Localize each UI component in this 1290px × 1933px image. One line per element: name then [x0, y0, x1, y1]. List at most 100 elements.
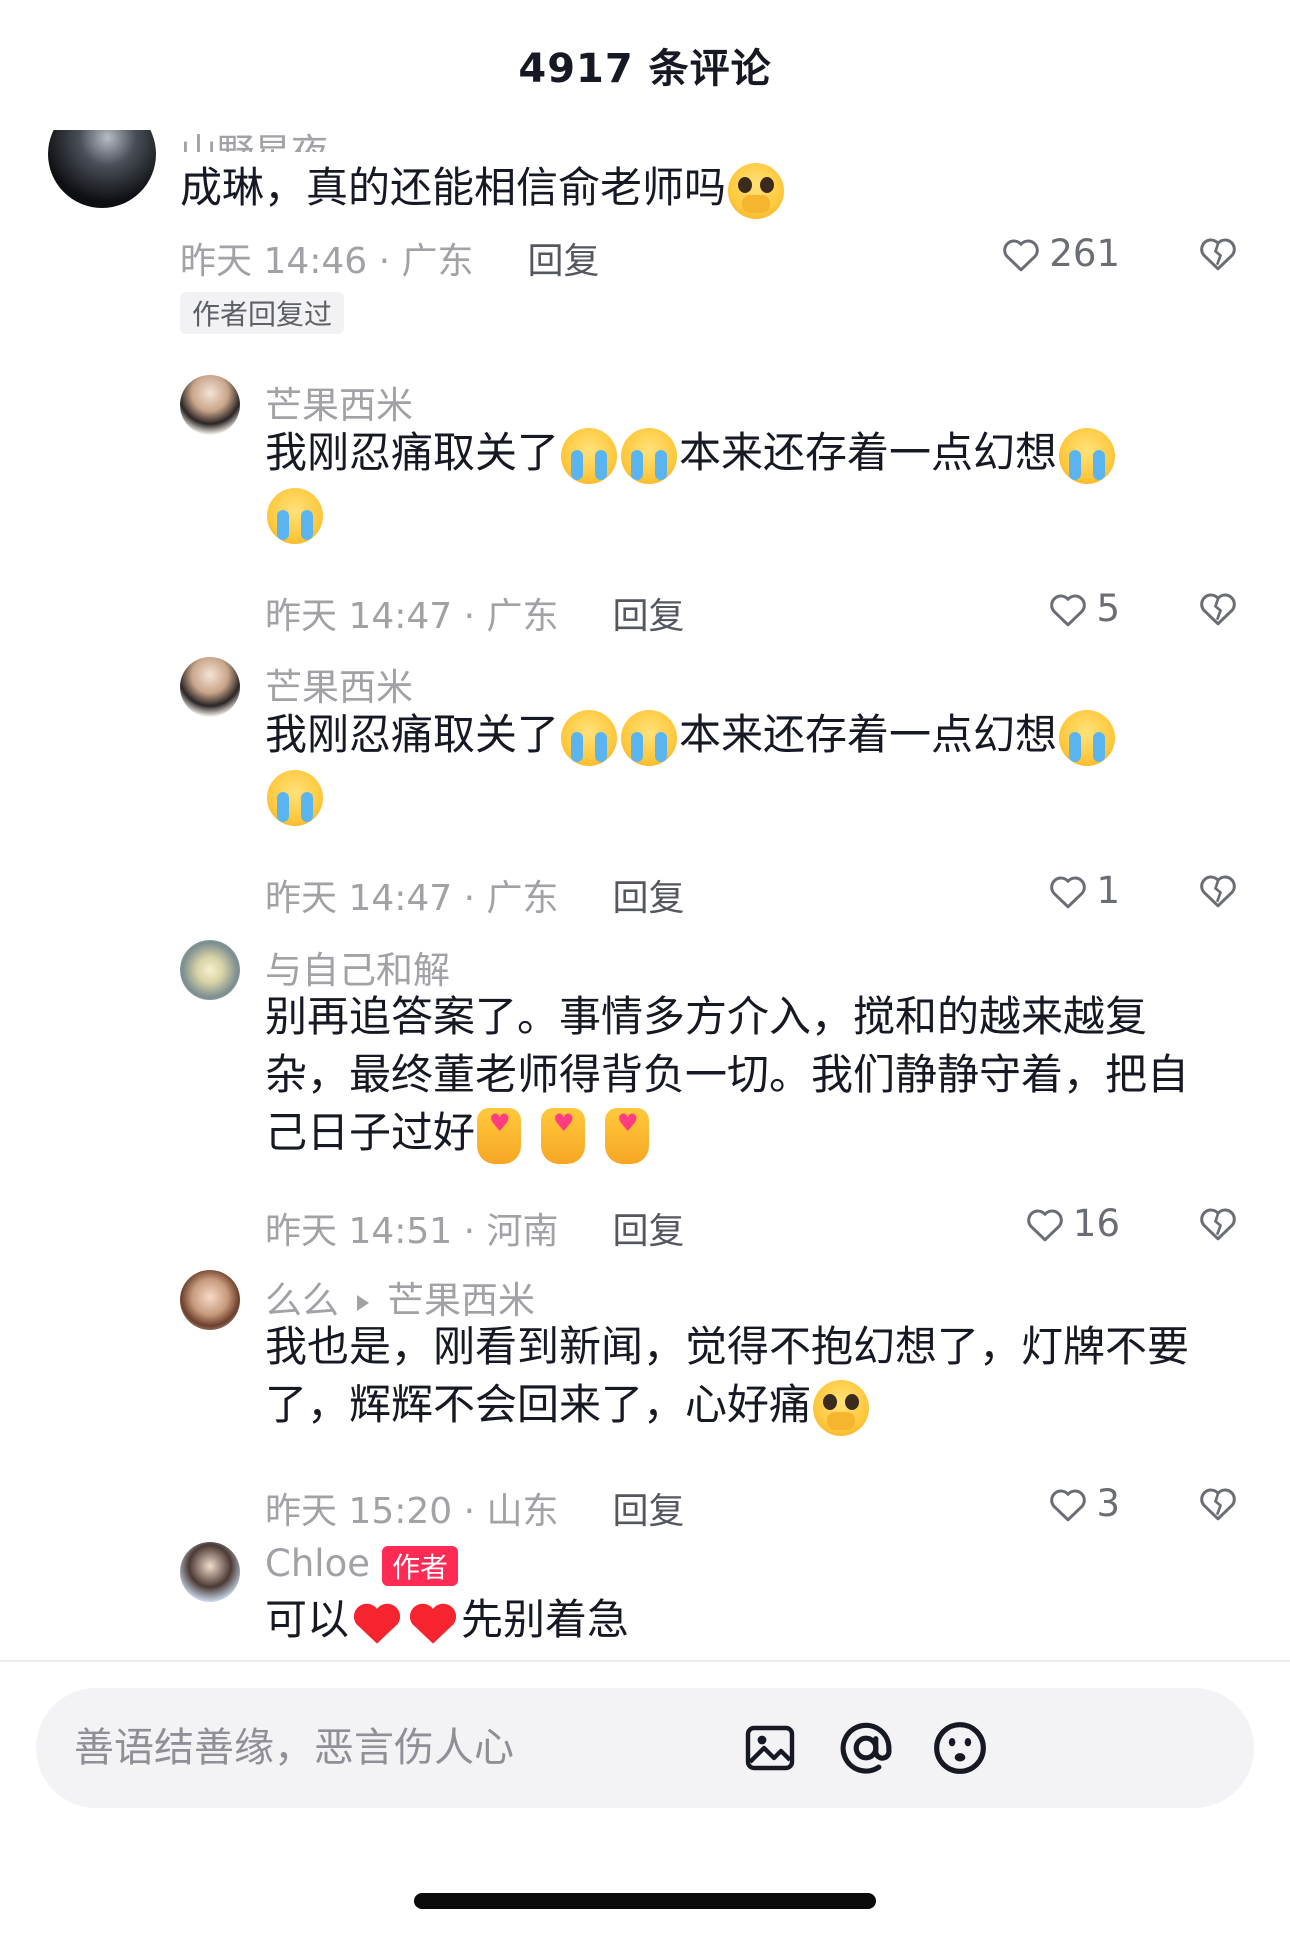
username-line: 么么 芒果西米 [265, 1270, 535, 1324]
comment-text-content: 成琳，真的还能相信俞老师吗 [180, 163, 727, 212]
dislike-button[interactable] [1198, 871, 1238, 913]
reply-arrow-icon [357, 1294, 369, 1311]
reply-to-username[interactable]: 芒果西米 [387, 1279, 535, 1322]
like-count: 16 [1072, 1202, 1120, 1245]
crying-face-emoji-icon [561, 427, 618, 484]
crying-face-emoji-icon [561, 709, 618, 766]
dislike-icon [1200, 875, 1236, 908]
username[interactable]: 芒果西米 [265, 375, 413, 429]
like-button[interactable]: 5 [1048, 587, 1120, 630]
time-location: 昨天 14:51 · 河南 [265, 1211, 559, 1252]
reply-meta: 昨天 14:47 · 广东 回复 [265, 869, 685, 921]
like-button[interactable]: 16 [1025, 1202, 1120, 1245]
dislike-icon [1200, 593, 1236, 626]
red-heart-emoji-icon [409, 1603, 457, 1644]
reply-meta: 昨天 14:51 · 河南 回复 [265, 1202, 685, 1254]
home-indicator[interactable] [414, 1893, 876, 1909]
heart-icon [1050, 876, 1087, 908]
like-button[interactable]: 261 [1001, 232, 1120, 275]
emoji-button[interactable] [928, 1716, 992, 1780]
time-location: 昨天 14:47 · 广东 [265, 596, 559, 637]
heart-icon [1050, 1489, 1087, 1521]
heart-icon [1050, 594, 1087, 626]
reply-text-part: 我刚忍痛取关了 [265, 710, 560, 759]
avatar[interactable] [180, 1270, 240, 1330]
reply-text: 可以 先别着急 [265, 1590, 1225, 1650]
reply-meta: 昨天 14:47 · 广东 回复 [265, 587, 685, 639]
dislike-button[interactable] [1198, 234, 1238, 276]
reply-text-part: 本来还存着一点幻想 [679, 710, 1058, 759]
avatar[interactable] [180, 1542, 240, 1602]
avatar[interactable] [180, 940, 240, 1000]
comment-input[interactable]: 善语结善缘，恶言伤人心 [74, 1688, 514, 1808]
like-button[interactable]: 3 [1048, 1482, 1120, 1525]
reply-button[interactable]: 回复 [613, 869, 685, 921]
crying-face-emoji-icon [1059, 427, 1116, 484]
reply-button[interactable]: 回复 [528, 232, 600, 284]
time-location: 昨天 14:46 · 广东 [180, 241, 474, 282]
comment-screen: 4917 条评论 山野星夜 成琳，真的还能相信俞老师吗 昨天 14:46 · 广… [0, 0, 1290, 1933]
username[interactable]: 么么 [265, 1279, 339, 1322]
reply-text-content: 我也是，刚看到新闻，觉得不抱幻想了，灯牌不要了，辉辉不会回来了，心好痛 [265, 1322, 1190, 1429]
dislike-button[interactable] [1198, 1484, 1238, 1526]
reply-text: 我也是，刚看到新闻，觉得不抱幻想了，灯牌不要了，辉辉不会回来了，心好痛 [265, 1318, 1225, 1436]
comment-meta: 昨天 14:46 · 广东 回复 [180, 232, 600, 284]
dislike-button[interactable] [1198, 589, 1238, 631]
username[interactable]: 与自己和解 [265, 940, 450, 994]
comment-count-title: 4917 条评论 [518, 46, 772, 92]
crying-face-emoji-icon [267, 488, 323, 544]
reply-button[interactable]: 回复 [613, 1482, 685, 1534]
username[interactable]: Chloe [265, 1542, 370, 1585]
like-count: 1 [1096, 869, 1120, 912]
dislike-icon [1200, 1208, 1236, 1241]
dislike-icon [1200, 1488, 1236, 1521]
image-icon [745, 1725, 795, 1771]
divider [0, 1660, 1290, 1662]
time-location: 昨天 15:20 · 山东 [265, 1491, 559, 1532]
finger-heart-emoji-icon [541, 1094, 586, 1164]
author-badge: 作者 [382, 1546, 459, 1586]
reply-text-content: 别再追答案了。事情多方介入，搅和的越来越复杂，最终董老师得背负一切。我们静静守着… [265, 992, 1190, 1157]
pleading-face-emoji-icon [728, 162, 785, 219]
at-icon [840, 1722, 892, 1774]
username[interactable]: 芒果西米 [265, 657, 413, 711]
mention-button[interactable] [834, 1716, 898, 1780]
dislike-icon [1200, 238, 1236, 271]
reply-text-part: 本来还存着一点幻想 [679, 428, 1058, 477]
comment-list[interactable]: 山野星夜 成琳，真的还能相信俞老师吗 昨天 14:46 · 广东 回复 261 … [0, 130, 1290, 1660]
comment-text: 成琳，真的还能相信俞老师吗 [180, 158, 1240, 219]
author-replied-tag: 作者回复过 [180, 292, 345, 334]
crying-face-emoji-icon [621, 709, 678, 766]
reply-text-part: 可以 [265, 1595, 350, 1644]
reply-text-part: 我刚忍痛取关了 [265, 428, 560, 477]
pleading-face-emoji-icon [813, 1379, 870, 1436]
comments-header: 4917 条评论 [0, 0, 1290, 130]
reply-button[interactable]: 回复 [613, 1202, 685, 1254]
image-button[interactable] [738, 1716, 802, 1780]
reply-text: 我刚忍痛取关了 本来还存着一点幻想 [265, 423, 1225, 544]
reply-text: 我刚忍痛取关了 本来还存着一点幻想 [265, 705, 1225, 826]
heart-icon [1027, 1209, 1063, 1241]
reply-meta: 昨天 15:20 · 山东 回复 [265, 1482, 685, 1534]
crying-face-emoji-icon [621, 427, 678, 484]
like-count: 5 [1096, 587, 1120, 630]
red-heart-emoji-icon [353, 1603, 401, 1644]
comment-input-bar[interactable]: 善语结善缘，恶言伤人心 [36, 1688, 1254, 1808]
avatar[interactable] [180, 375, 240, 435]
username[interactable]: 山野星夜 [180, 130, 328, 152]
finger-heart-emoji-icon [605, 1094, 650, 1164]
avatar[interactable] [48, 130, 156, 208]
like-count: 3 [1096, 1482, 1120, 1525]
crying-face-emoji-icon [1059, 709, 1116, 766]
reply-text-part: 先别着急 [461, 1595, 630, 1644]
reply-button[interactable]: 回复 [613, 587, 685, 639]
emoji-icon [934, 1722, 986, 1774]
dislike-button[interactable] [1198, 1204, 1238, 1246]
like-count: 261 [1049, 232, 1120, 275]
heart-icon [1003, 239, 1040, 271]
crying-face-emoji-icon [267, 770, 323, 826]
avatar[interactable] [180, 657, 240, 717]
finger-heart-emoji-icon [477, 1094, 522, 1164]
reply-text: 别再追答案了。事情多方介入，搅和的越来越复杂，最终董老师得背负一切。我们静静守着… [265, 988, 1225, 1164]
like-button[interactable]: 1 [1048, 869, 1120, 912]
